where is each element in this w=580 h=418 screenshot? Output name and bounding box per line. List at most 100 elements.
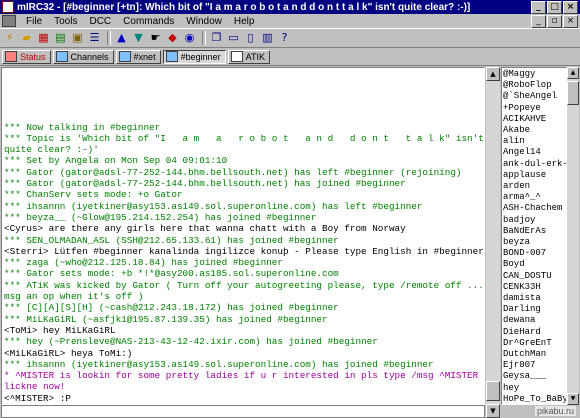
nick-list-item[interactable]: BaNdErAs (502, 226, 566, 237)
chat-line: *** Gator sets mode: +b *!*@asy200.as185… (4, 268, 339, 280)
menu-help[interactable]: Help (228, 16, 261, 27)
nick-list-item[interactable]: badjoy (502, 215, 566, 226)
nick-list-item[interactable]: Boyd (502, 259, 566, 270)
channels-folder-icon[interactable]: ▣ (70, 31, 85, 45)
minimize-button[interactable]: _ (531, 0, 546, 14)
menu-tools[interactable]: Tools (48, 16, 83, 27)
folder-icon[interactable]: ▰ (19, 31, 34, 45)
nick-list-item[interactable]: Dr^GreEnT (502, 338, 566, 349)
tab-label: #xnet (133, 51, 156, 62)
nick-list-item[interactable]: DieHard (502, 327, 566, 338)
nick-list-item[interactable]: CENK33H (502, 282, 566, 293)
cascade-icon[interactable]: ❐ (209, 31, 224, 45)
nick-list-item[interactable]: dewana (502, 315, 566, 326)
notify-list-icon[interactable]: ◆ (165, 31, 180, 45)
child-close-button[interactable]: × (563, 14, 578, 28)
nick-list[interactable]: @Maggy @RoboFlop @`SheAngel +Popeye ACIKAHVE… (501, 67, 567, 405)
chat-line: *** Set by Angela on Mon Sep 04 09:01:10 (4, 155, 228, 167)
tile-vertical-icon[interactable]: ▯ (243, 31, 258, 45)
list-channels-icon[interactable]: ☰ (87, 31, 102, 45)
scroll-thumb[interactable] (486, 381, 500, 401)
nick-list-item[interactable]: ASH-Chachem (502, 203, 566, 214)
nick-list-item[interactable]: Akabe (502, 125, 566, 136)
nick-list-item[interactable]: arden (502, 181, 566, 192)
nick-scroll-down-arrow-icon[interactable]: ▼ (567, 393, 579, 405)
nick-list-item[interactable]: hey (502, 383, 566, 394)
nick-list-item[interactable]: ACIKAHVE (502, 114, 566, 125)
nick-list-item[interactable]: +Popeye (502, 103, 566, 114)
child-restore-button[interactable]: ▫ (547, 14, 562, 28)
chat-line: *** beyza__ (~Glow@195.214.152.254) has … (4, 211, 317, 223)
chat-line: *** MiLKaGiRL (~asfjk1@195.87.139.35) ha… (4, 313, 328, 325)
window-title: mIRC32 - [#beginner [+tn]: Which bit of … (17, 1, 471, 13)
window-icon (5, 51, 17, 62)
tab-atik[interactable]: ATIK (227, 49, 270, 64)
nick-list-item[interactable]: beyza (502, 237, 566, 248)
channel-window-icon[interactable] (2, 15, 16, 27)
nick-list-item[interactable]: CAN_DOSTU (502, 271, 566, 282)
scroll-up-arrow-icon[interactable]: ▲ (486, 67, 500, 81)
tab-status[interactable]: Status (2, 49, 51, 64)
chat-line: *** Gator (gator@adsl-77-252-144.bhm.bel… (4, 178, 406, 190)
nick-list-item[interactable]: @RoboFlop (502, 80, 566, 91)
nicklist-scrollbar[interactable]: ▲ ▼ (567, 67, 579, 405)
toolbar: ⚡ ▰ ▦ ▤ ▣ ☰ ▲ ▼ ☛ ◆ ◉ ❐ ▭ ▯ ▥? (0, 28, 580, 48)
maximize-button[interactable]: □ (547, 0, 562, 14)
connect-icon[interactable]: ⚡ (2, 31, 17, 45)
menu-dcc[interactable]: DCC (83, 16, 117, 27)
mirc-app-icon[interactable] (2, 1, 14, 13)
chat-pane[interactable]: *** Now talking in #beginner *** Topic is… (1, 67, 485, 405)
nick-list-item[interactable]: damista (502, 293, 566, 304)
menu-file[interactable]: File (20, 16, 48, 27)
window-icon (230, 51, 243, 62)
url-list-icon[interactable]: ◉ (182, 31, 197, 45)
chat-line: <MiLKaGiRL> heya ToMi:) (4, 347, 133, 359)
tab-label: Channels (70, 51, 109, 62)
options-icon[interactable]: ▦ (36, 31, 51, 45)
chat-scrollbar[interactable]: ▲ ▼ (486, 67, 500, 418)
nick-list-item[interactable]: @Maggy (502, 69, 566, 80)
chat-line: *** ChanServ sets mode: +o Gator (4, 189, 183, 201)
chat-line: *** [C][A][S][H] (~cash@212.243.18.172) … (4, 302, 339, 314)
dcc-send-icon[interactable]: ▲ (114, 31, 129, 45)
nick-list-item[interactable]: BOND-007 (502, 248, 566, 259)
nick-list-item[interactable]: DutchMan (502, 349, 566, 360)
title-bar[interactable]: mIRC32 - [#beginner [+tn]: Which bit of … (0, 0, 580, 14)
nick-list-item[interactable]: arma^_^ (502, 192, 566, 203)
nick-scroll-thumb[interactable] (567, 81, 579, 105)
tile-icon[interactable]: ▭ (226, 31, 241, 45)
nick-list-item[interactable]: applause (502, 170, 566, 181)
menu-window[interactable]: Window (180, 16, 228, 27)
nick-list-item[interactable]: alin (502, 136, 566, 147)
nick-list-item[interactable]: Angel14 (502, 147, 566, 158)
nick-list-item[interactable]: Geysa___ (502, 371, 566, 382)
chat-line: *** Now talking in #beginner (4, 121, 161, 133)
watermark: pikabu.ru (534, 406, 576, 416)
tab-label: #beginner (180, 51, 221, 62)
dcc-chat-icon[interactable]: ▼ (131, 31, 146, 45)
chat-line: *** ihsannn (iyetkiner@asy153.as149.sol.… (4, 200, 423, 212)
address-book-icon[interactable]: ▤ (53, 31, 68, 45)
tab-channels[interactable]: Channels (52, 49, 114, 64)
nick-list-item[interactable]: HoPe_To_BaBy (502, 394, 566, 404)
nick-list-item[interactable]: @`SheAngel (502, 91, 566, 102)
toolbar-separator (202, 31, 206, 45)
nick-list-item[interactable]: ank-dul-erk- (502, 159, 566, 170)
close-button[interactable]: × (563, 0, 578, 14)
child-minimize-button[interactable]: _ (531, 14, 546, 28)
menu-commands[interactable]: Commands (117, 16, 180, 27)
tab-beginner[interactable]: #beginner (162, 49, 226, 64)
nick-list-item[interactable]: Ejr007 (502, 360, 566, 371)
arrange-icon[interactable]: ▥ (260, 31, 275, 45)
window-icon (165, 51, 178, 62)
nick-list-item[interactable]: Darling (502, 304, 566, 315)
message-input[interactable] (1, 405, 485, 418)
chat-line: *** ihsannn (iyetkiner@asy153.as149.sol.… (4, 358, 434, 370)
nick-scroll-up-arrow-icon[interactable]: ▲ (567, 67, 579, 79)
scroll-down-arrow-icon[interactable]: ▼ (486, 404, 500, 418)
help-icon[interactable]: ? (277, 31, 292, 45)
finger-icon[interactable]: ☛ (148, 31, 163, 45)
tab-xnet[interactable]: #xnet (115, 49, 161, 64)
chat-line: *** ATiK was kicked by Gator ( Turn off … (4, 279, 484, 303)
window-icon (55, 51, 68, 62)
